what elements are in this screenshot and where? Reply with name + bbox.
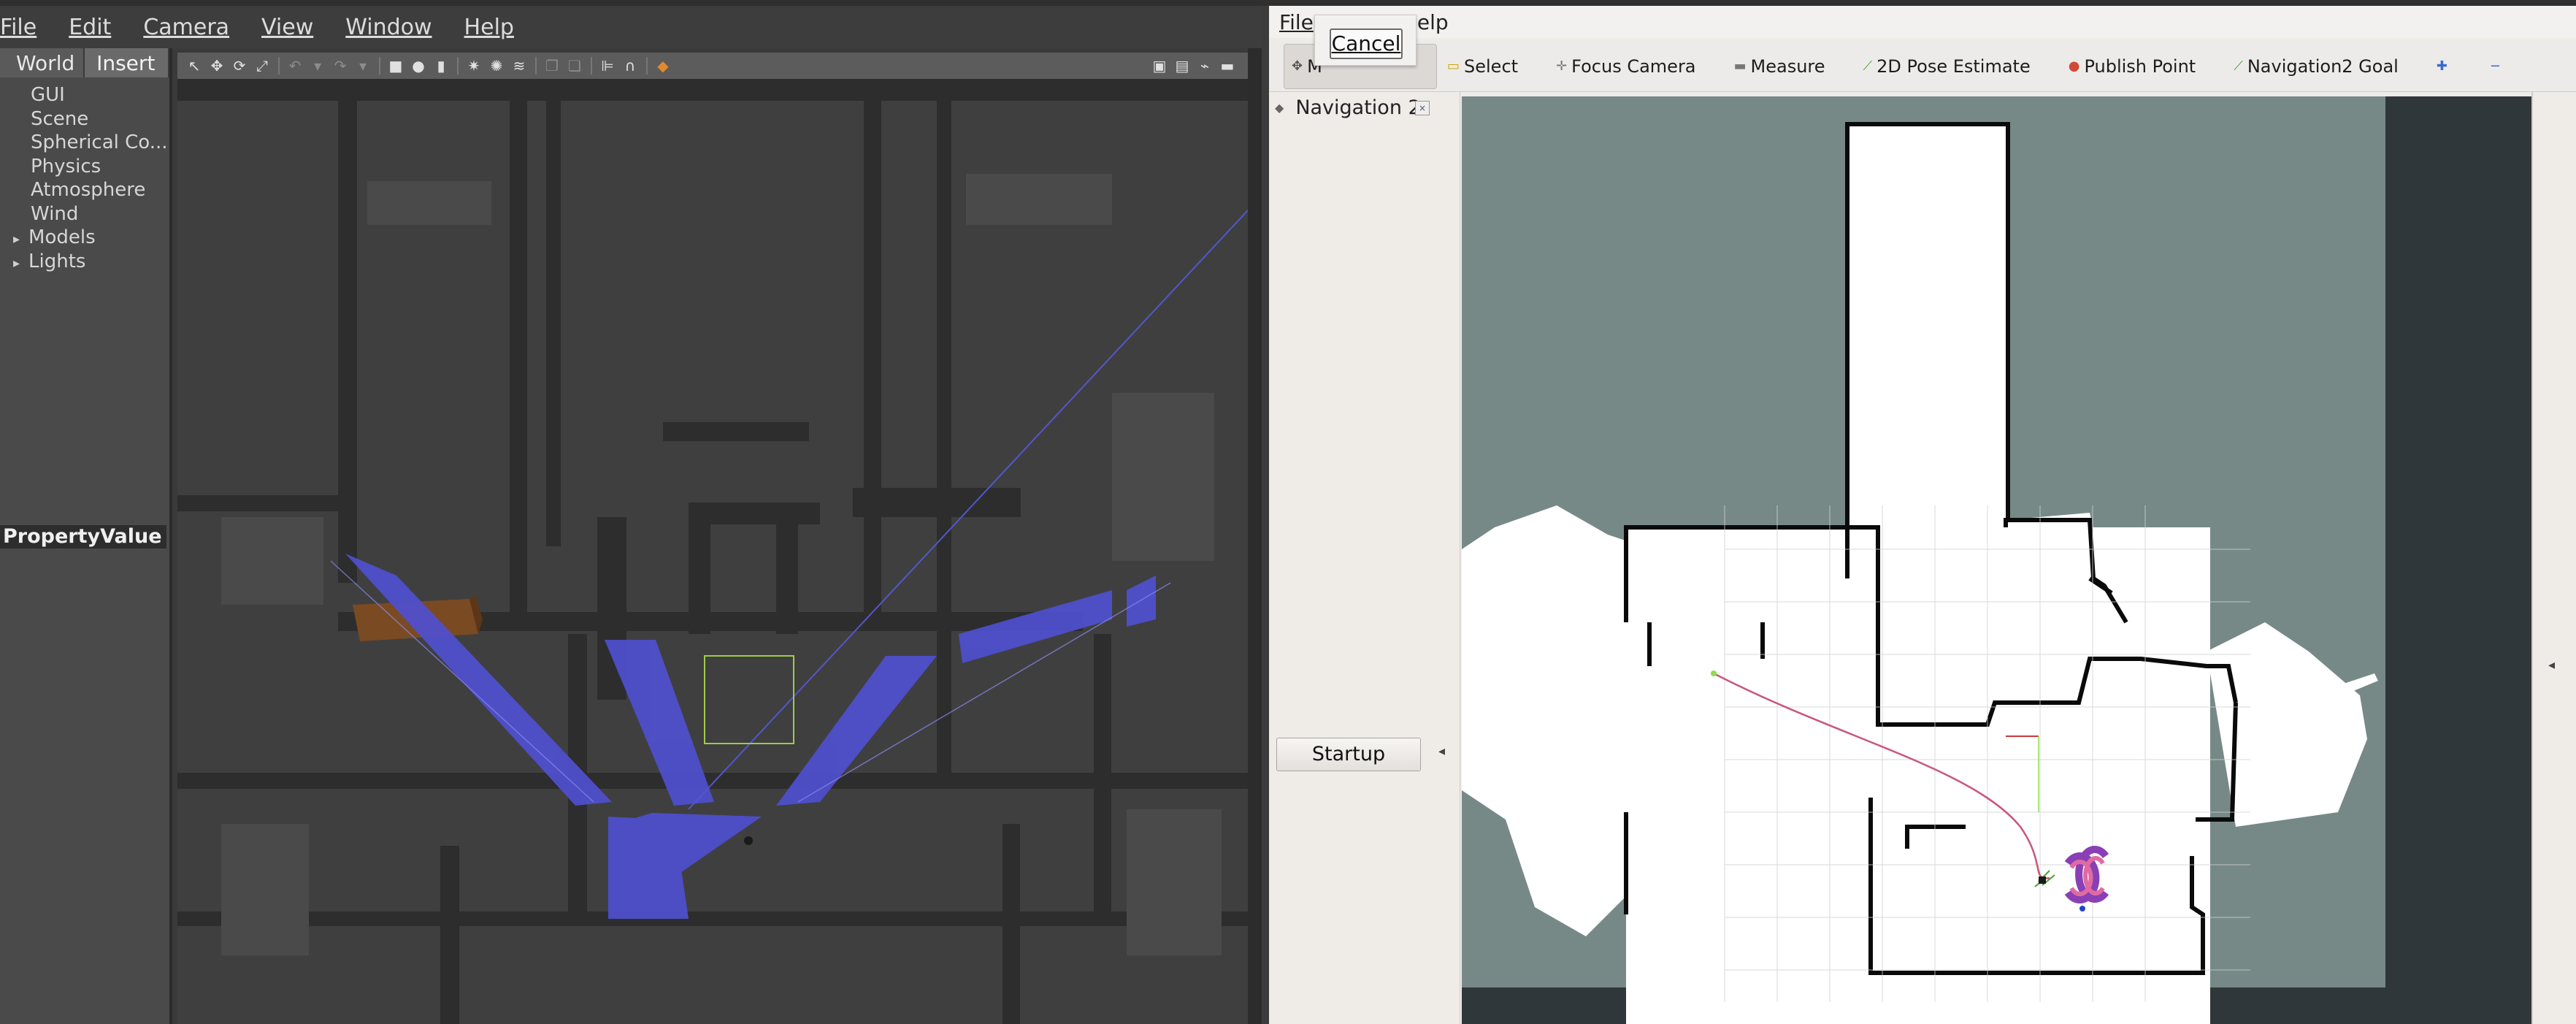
toolbar-divider (278, 57, 280, 74)
video-icon[interactable]: ▬ (1219, 58, 1235, 74)
gazebo-scrollbar[interactable] (1248, 48, 1262, 1024)
box-icon[interactable]: ■ (388, 58, 404, 74)
spot-light-icon[interactable]: ✺ (488, 58, 505, 74)
tree-item-lights[interactable]: Lights (0, 250, 169, 274)
startup-button[interactable]: Startup (1276, 738, 1421, 771)
move-camera-icon: ✥ (1292, 58, 1303, 74)
pose-arrow-icon: ⟋ (1863, 58, 1873, 74)
top-strip (0, 0, 2576, 6)
remove-tool-button[interactable]: − (2490, 58, 2505, 74)
panel-title: ◆ Navigation 2 (1275, 96, 1421, 119)
cancel-button[interactable]: Cancel (1330, 28, 1403, 59)
point-light-icon[interactable]: ✷ (466, 58, 482, 74)
panel-close-icon[interactable]: × (1415, 101, 1430, 115)
redo-history-icon[interactable]: ▾ (355, 58, 371, 74)
sphere-icon[interactable]: ● (410, 58, 426, 74)
scale-icon[interactable]: ⤢ (254, 58, 270, 74)
rviz-right-dock (2531, 92, 2576, 1024)
rviz-window: File elp ✥ M ▭ Select ✛ Focus Camera ▬ M… (1269, 6, 2576, 1024)
undo-history-icon[interactable]: ▾ (310, 58, 326, 74)
select-icon: ▭ (1447, 58, 1460, 74)
align-icon[interactable]: ⊫ (599, 58, 616, 74)
rviz-toolbar: ✥ M ▭ Select ✛ Focus Camera ▬ Measure ⟋ … (1269, 41, 2576, 92)
goal-arrow-icon: ⟋ (2234, 58, 2243, 74)
undo-icon[interactable]: ↶ (287, 58, 303, 74)
menu-view[interactable]: View (261, 15, 329, 40)
navigation-panel: ◆ Navigation 2 × Startup ◂ (1269, 92, 1460, 1024)
world-tree: GUI Scene Spherical Co... Physics Atmosp… (0, 83, 169, 273)
menu-file[interactable]: File (0, 15, 53, 40)
cancel-dialog: Cancel (1314, 15, 1417, 66)
tree-item-wind[interactable]: Wind (0, 202, 169, 226)
redo-icon[interactable]: ↷ (332, 58, 348, 74)
rviz-menubar: File elp (1269, 6, 2576, 38)
map-pin-icon: ● (2068, 58, 2080, 74)
gazebo-toolbar: ↖ ✥ ⟳ ⤢ ↶ ▾ ↷ ▾ ■ ● ▮ ✷ ✺ ≋ ❐ ❏ ⊫ ∩ ◆ ▣ … (177, 53, 1248, 79)
nav2-goal-tool[interactable]: ⟋ Navigation2 Goal (2234, 56, 2399, 77)
toolbar-divider (646, 57, 648, 74)
panel-drag-icon: ◆ (1275, 101, 1284, 115)
gazebo-menubar: File Edit Camera View Window Help (0, 6, 1262, 48)
property-header: PropertyValue (0, 525, 166, 549)
toolbar-divider (591, 57, 592, 74)
log-icon[interactable]: ▤ (1174, 58, 1190, 74)
measure-icon: ▬ (1733, 58, 1747, 74)
tree-item-gui[interactable]: GUI (0, 83, 169, 107)
rotate-icon[interactable]: ⟳ (231, 58, 248, 74)
tree-item-models[interactable]: Models (0, 226, 169, 250)
minus-icon: − (2489, 58, 2502, 74)
tree-item-atmosphere[interactable]: Atmosphere (0, 178, 169, 202)
snap-icon[interactable]: ∩ (622, 58, 638, 74)
select-mode-icon[interactable]: ↖ (186, 58, 202, 74)
tab-world[interactable]: World (0, 48, 85, 77)
plot-icon[interactable]: ⌁ (1197, 58, 1213, 74)
gazebo-window: File Edit Camera View Window Help World … (0, 6, 1262, 1024)
menu-file[interactable]: File (1279, 10, 1314, 34)
tree-item-scene[interactable]: Scene (0, 107, 169, 131)
focus-camera-tool[interactable]: ✛ Focus Camera (1556, 56, 1695, 77)
menu-window[interactable]: Window (345, 15, 448, 40)
translate-icon[interactable]: ✥ (209, 58, 225, 74)
change-view-icon[interactable]: ◆ (655, 58, 671, 74)
toolbar-divider (535, 57, 537, 74)
toolbar-right-group: ▣ ▤ ⌁ ▬ (1151, 58, 1242, 74)
select-tool[interactable]: ▭ Select (1447, 56, 1518, 77)
tree-item-physics[interactable]: Physics (0, 155, 169, 179)
screenshot-icon[interactable]: ▣ (1151, 58, 1168, 74)
pose-estimate-tool[interactable]: ⟋ 2D Pose Estimate (1863, 56, 2031, 77)
toolbar-divider (457, 57, 459, 74)
focus-camera-icon: ✛ (1556, 58, 1568, 74)
copy-icon[interactable]: ❐ (544, 58, 560, 74)
gazebo-scene-render (177, 79, 1248, 1024)
cylinder-icon[interactable]: ▮ (433, 58, 449, 74)
add-tool-button[interactable]: ✚ (2437, 58, 2452, 74)
gazebo-tabs: World Insert (0, 48, 169, 77)
paste-icon[interactable]: ❏ (567, 58, 583, 74)
tree-item-spherical-coordinates[interactable]: Spherical Co... (0, 131, 169, 155)
plus-icon: ✚ (2436, 58, 2447, 74)
gazebo-3d-viewport[interactable] (177, 79, 1248, 1024)
collapse-right-icon[interactable]: ◂ (2548, 657, 2555, 673)
occupancy-map (1462, 96, 2531, 1024)
toolbar-divider (379, 57, 380, 74)
gazebo-left-panel: World Insert GUI Scene Spherical Co... P… (0, 48, 172, 1024)
collapse-left-icon[interactable]: ◂ (1438, 744, 1445, 759)
tab-insert[interactable]: Insert (85, 48, 169, 77)
menu-camera[interactable]: Camera (143, 15, 245, 40)
publish-point-tool[interactable]: ● Publish Point (2069, 56, 2196, 77)
menu-edit[interactable]: Edit (69, 15, 127, 40)
rviz-map-view[interactable] (1462, 96, 2531, 1024)
menu-help[interactable]: elp (1417, 10, 1449, 34)
directional-light-icon[interactable]: ≋ (511, 58, 527, 74)
menu-help[interactable]: Help (464, 15, 530, 40)
measure-tool[interactable]: ▬ Measure (1734, 56, 1825, 77)
